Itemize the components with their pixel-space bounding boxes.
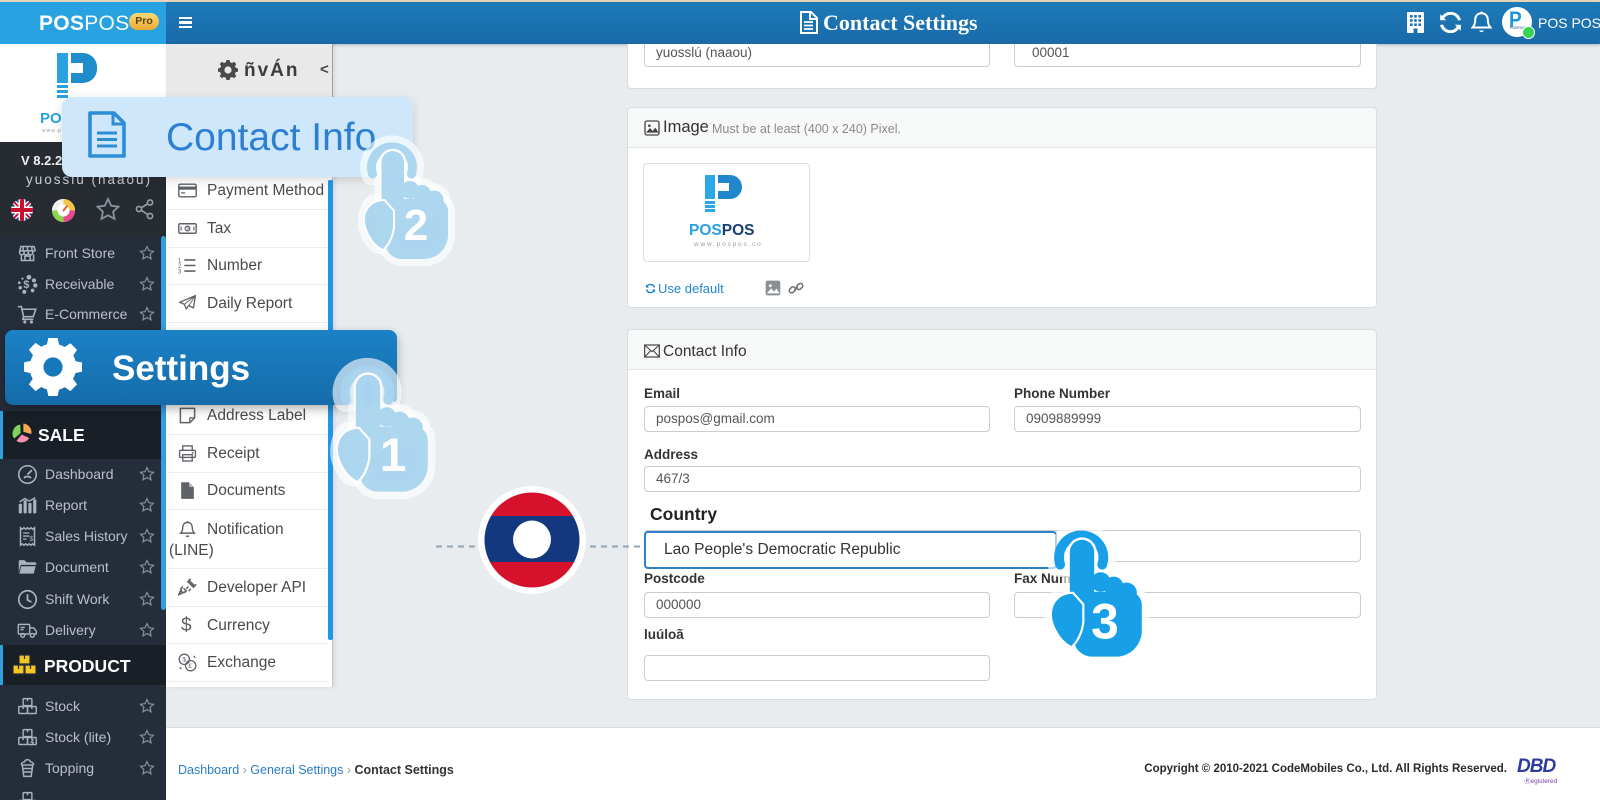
svg-text:$: $: [23, 279, 29, 291]
svg-text:2: 2: [404, 201, 428, 250]
svg-text:$: $: [182, 656, 186, 663]
svg-text:1: 1: [380, 429, 406, 482]
svg-text:£: £: [188, 663, 192, 670]
svg-text:3: 3: [178, 270, 182, 276]
svg-text:$: $: [186, 226, 189, 232]
svg-text:3: 3: [1091, 593, 1119, 649]
svg-text:$: $: [29, 535, 33, 542]
